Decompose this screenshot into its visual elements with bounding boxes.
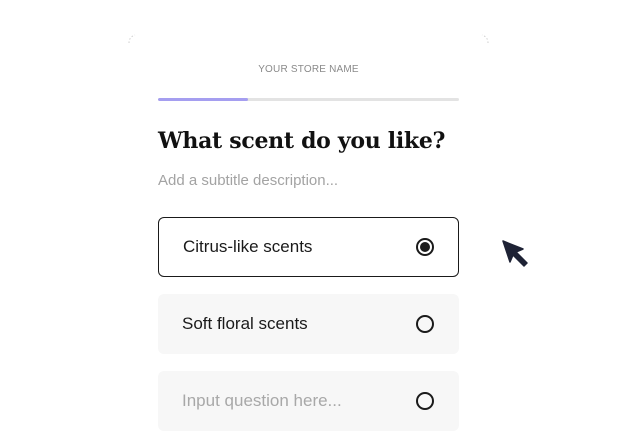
quiz-editor-canvas: YOUR STORE NAME What scent do you like? …	[0, 0, 618, 444]
progress-bar	[158, 98, 459, 101]
crop-mark-right-icon	[481, 34, 489, 44]
pointer-cursor-icon	[502, 240, 528, 267]
answer-option-label: Citrus-like scents	[183, 237, 313, 256]
crop-mark-left-icon	[128, 34, 136, 44]
radio-selected-icon[interactable]	[416, 238, 434, 256]
radio-empty-icon[interactable]	[416, 315, 434, 333]
answer-option-input[interactable]: Input question here...	[182, 391, 342, 411]
question-subtitle[interactable]: Add a subtitle description...	[158, 172, 338, 189]
answer-option-floral[interactable]: Soft floral scents	[158, 294, 459, 354]
radio-dot	[420, 242, 430, 252]
progress-bar-fill	[158, 98, 249, 101]
question-title[interactable]: What scent do you like?	[158, 128, 445, 154]
answer-option-label: Soft floral scents	[182, 314, 308, 333]
store-name[interactable]: YOUR STORE NAME	[158, 64, 459, 75]
radio-empty-icon[interactable]	[416, 392, 434, 410]
answer-option-new[interactable]: Input question here...	[158, 371, 459, 431]
answer-option-citrus[interactable]: Citrus-like scents	[158, 217, 459, 277]
